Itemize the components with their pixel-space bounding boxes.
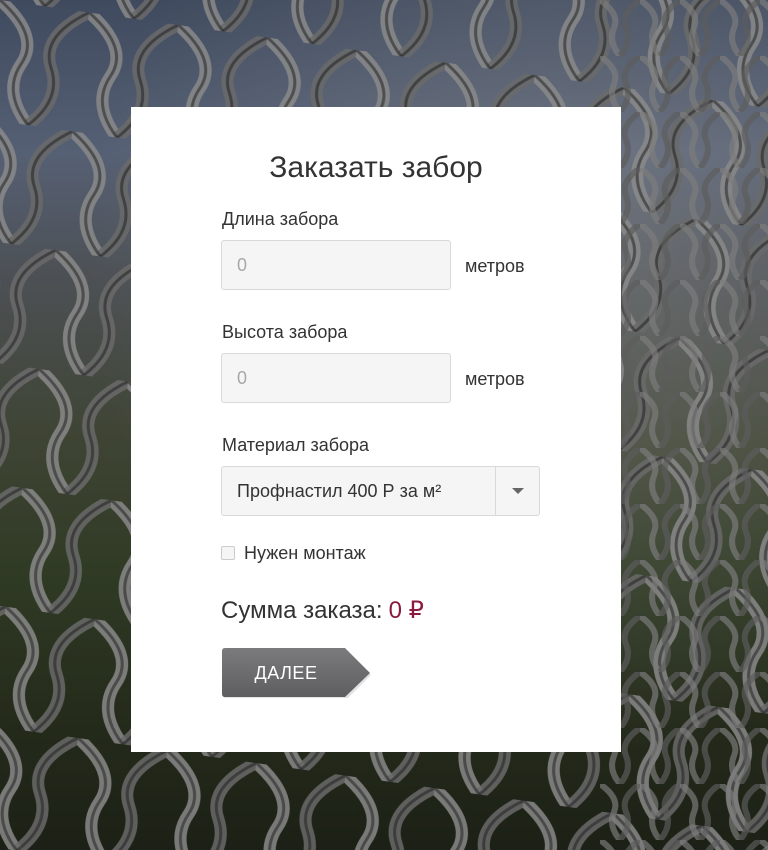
material-label: Материал забора — [222, 435, 370, 455]
select-dropdown-toggle[interactable] — [495, 467, 539, 515]
height-input[interactable] — [221, 353, 451, 403]
order-total-value: 0 ₽ — [388, 597, 424, 624]
order-total: Сумма заказа: 0 ₽ — [221, 596, 424, 625]
length-input[interactable] — [221, 240, 451, 290]
form-title: Заказать забор — [269, 151, 483, 184]
height-unit: метров — [465, 369, 525, 389]
material-selected-value: Профнастил 400 Р за м² — [237, 481, 442, 501]
installation-label[interactable]: Нужен монтаж — [244, 543, 366, 564]
installation-checkbox[interactable] — [221, 546, 235, 560]
length-unit: метров — [465, 256, 525, 276]
next-button[interactable]: ДАЛЕЕ — [222, 648, 372, 698]
next-button-label: ДАЛЕЕ — [254, 663, 318, 683]
order-form-card: Заказать забор Длина забора метров Высот… — [131, 107, 621, 752]
caret-down-icon — [512, 488, 524, 494]
order-total-label: Сумма заказа: — [221, 597, 383, 624]
material-select[interactable]: Профнастил 400 Р за м² — [221, 466, 540, 516]
height-label: Высота забора — [222, 322, 348, 342]
length-label: Длина забора — [222, 209, 339, 229]
